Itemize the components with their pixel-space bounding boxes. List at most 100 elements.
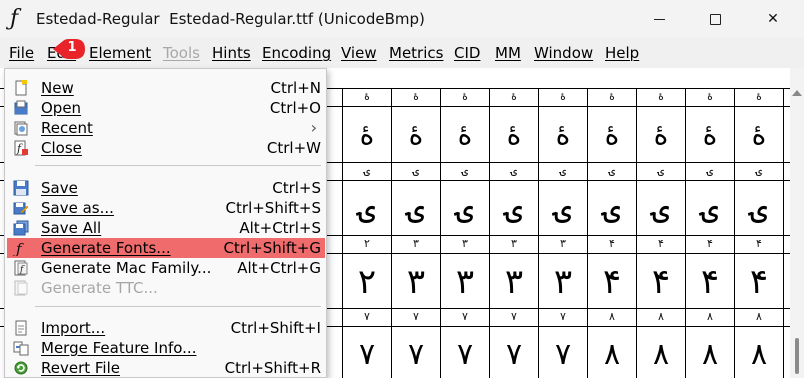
file-menu-revert-file[interactable]: Revert File Ctrl+Shift+R [7,358,325,378]
glyph-cell[interactable]: ۀ [588,108,636,162]
glyph-label-cell[interactable]: ۀ [441,89,489,105]
glyph-label-cell[interactable]: ۍ [637,163,685,179]
glyph-cell[interactable]: ٨ [735,328,783,378]
glyph-label-cell[interactable]: ٨ [637,309,685,325]
glyph-label-cell[interactable]: ٧ [490,309,538,325]
glyph-label-cell[interactable]: ۀ [539,89,587,105]
menu-metrics[interactable]: Metrics [389,44,443,62]
menu-hints[interactable]: Hints [212,44,251,62]
glyph-label-cell[interactable]: ۳ [539,236,587,252]
glyph-cell[interactable]: ٨ [588,328,636,378]
glyph-cell[interactable]: ۳ [539,255,587,309]
glyph-label-cell[interactable]: ۀ [392,89,440,105]
glyph-cell[interactable]: ۀ [539,108,587,162]
glyph-label-cell[interactable]: ۴ [637,236,685,252]
glyph-label-cell[interactable]: ۍ [539,163,587,179]
glyph-label-cell[interactable]: ٧ [343,309,391,325]
glyph-cell[interactable]: ۀ [441,108,489,162]
glyph-label-cell[interactable]: ۴ [588,236,636,252]
glyph-label-cell[interactable]: ۍ [441,163,489,179]
glyph-label-cell[interactable]: ۴ [735,236,783,252]
menu-cid[interactable]: CID [454,44,480,62]
glyph-label-cell[interactable]: ۍ [490,163,538,179]
glyph-label-cell[interactable]: ۀ [588,89,636,105]
glyph-cell[interactable]: ۴ [686,255,734,309]
file-menu-generate-mac-family[interactable]: f Generate Mac Family... Alt+Ctrl+G [7,258,325,278]
menu-mm[interactable]: MM [495,44,521,62]
glyph-label-cell[interactable]: ۀ [735,89,783,105]
scrollbar-thumb[interactable] [795,338,799,374]
glyph-cell[interactable]: ۀ [735,108,783,162]
glyph-label-cell[interactable]: ۳ [392,236,440,252]
glyph-label-cell[interactable]: ۳ [490,236,538,252]
glyph-cell[interactable]: ۴ [735,255,783,309]
maximize-button[interactable] [692,0,738,38]
glyph-cell[interactable]: ٧ [392,328,440,378]
glyph-cell[interactable]: ٧ [343,328,391,378]
menu-encoding[interactable]: Encoding [262,44,331,62]
glyph-label-cell[interactable]: ٨ [735,309,783,325]
menu-help[interactable]: Help [605,44,639,62]
glyph-cell[interactable]: ۍ [588,182,636,236]
file-menu-generate-ttc[interactable]: Generate TTC... [7,278,325,298]
glyph-cell[interactable]: ۀ [637,108,685,162]
glyph-cell[interactable]: ۳ [392,255,440,309]
glyph-cell[interactable]: ۀ [392,108,440,162]
file-menu-close[interactable]: f Close Ctrl+W [7,138,325,158]
menu-window[interactable]: Window [534,44,593,62]
glyph-cell[interactable]: ۍ [490,182,538,236]
glyph-cell[interactable]: ۀ [686,108,734,162]
menu-tools[interactable]: Tools [163,44,200,62]
minimize-button[interactable] [636,0,682,38]
glyph-label-cell[interactable]: ۍ [588,163,636,179]
glyph-label-cell[interactable]: ۴ [686,236,734,252]
glyph-label-cell[interactable]: ۲ [343,236,391,252]
scroll-up-icon[interactable] [792,90,802,96]
glyph-label-cell[interactable]: ۳ [441,236,489,252]
glyph-cell[interactable]: ۀ [490,108,538,162]
glyph-cell[interactable]: ۍ [686,182,734,236]
glyph-label-cell[interactable]: ۍ [343,163,391,179]
glyph-label-cell[interactable]: ۀ [343,89,391,105]
glyph-label-cell[interactable]: ٧ [441,309,489,325]
menu-view[interactable]: View [341,44,377,62]
glyph-label-cell[interactable]: ۀ [637,89,685,105]
glyph-cell[interactable]: ۍ [392,182,440,236]
glyph-cell[interactable]: ۀ [343,108,391,162]
glyph-label-cell[interactable]: ٨ [588,309,636,325]
glyph-cell[interactable]: ۍ [539,182,587,236]
glyph-label-cell[interactable]: ٧ [392,309,440,325]
glyph-cell[interactable]: ۍ [343,182,391,236]
glyph-cell[interactable]: ٨ [686,328,734,378]
glyph-cell[interactable]: ۴ [588,255,636,309]
glyph-cell[interactable]: ۍ [735,182,783,236]
glyph-label-cell[interactable]: ٧ [539,309,587,325]
glyph-cell[interactable]: ٧ [539,328,587,378]
file-menu-save-all[interactable]: Save All Alt+Ctrl+S [7,218,325,238]
file-menu-recent[interactable]: Recent › [7,118,325,138]
file-menu-merge-feature-info[interactable]: Merge Feature Info... [7,338,325,358]
menu-element[interactable]: Element [89,44,151,62]
glyph-cell[interactable]: ۍ [441,182,489,236]
file-menu-open[interactable]: Open Ctrl+O [7,98,325,118]
glyph-cell[interactable]: ٧ [490,328,538,378]
close-button[interactable]: ✕ [750,0,796,38]
glyph-label-cell[interactable]: ۀ [686,89,734,105]
glyph-label-cell[interactable]: ۍ [686,163,734,179]
file-menu-save[interactable]: Save Ctrl+S [7,178,325,198]
file-menu-new[interactable]: New Ctrl+N [7,78,325,98]
glyph-cell[interactable]: ۍ [637,182,685,236]
file-menu-generate-fonts[interactable]: ƒ Generate Fonts... Ctrl+Shift+G [7,238,325,258]
glyph-label-cell[interactable]: ۍ [392,163,440,179]
file-menu-save-as[interactable]: Save as... Ctrl+Shift+S [7,198,325,218]
glyph-cell[interactable]: ۳ [441,255,489,309]
vertical-scrollbar[interactable] [790,68,804,378]
glyph-cell[interactable]: ٨ [637,328,685,378]
file-menu-import[interactable]: Import... Ctrl+Shift+I [7,318,325,338]
glyph-cell[interactable]: ۳ [490,255,538,309]
glyph-cell[interactable]: ۲ [343,255,391,309]
glyph-label-cell[interactable]: ۍ [735,163,783,179]
glyph-label-cell[interactable]: ٨ [686,309,734,325]
menu-file[interactable]: File [9,44,34,62]
glyph-cell[interactable]: ۴ [637,255,685,309]
